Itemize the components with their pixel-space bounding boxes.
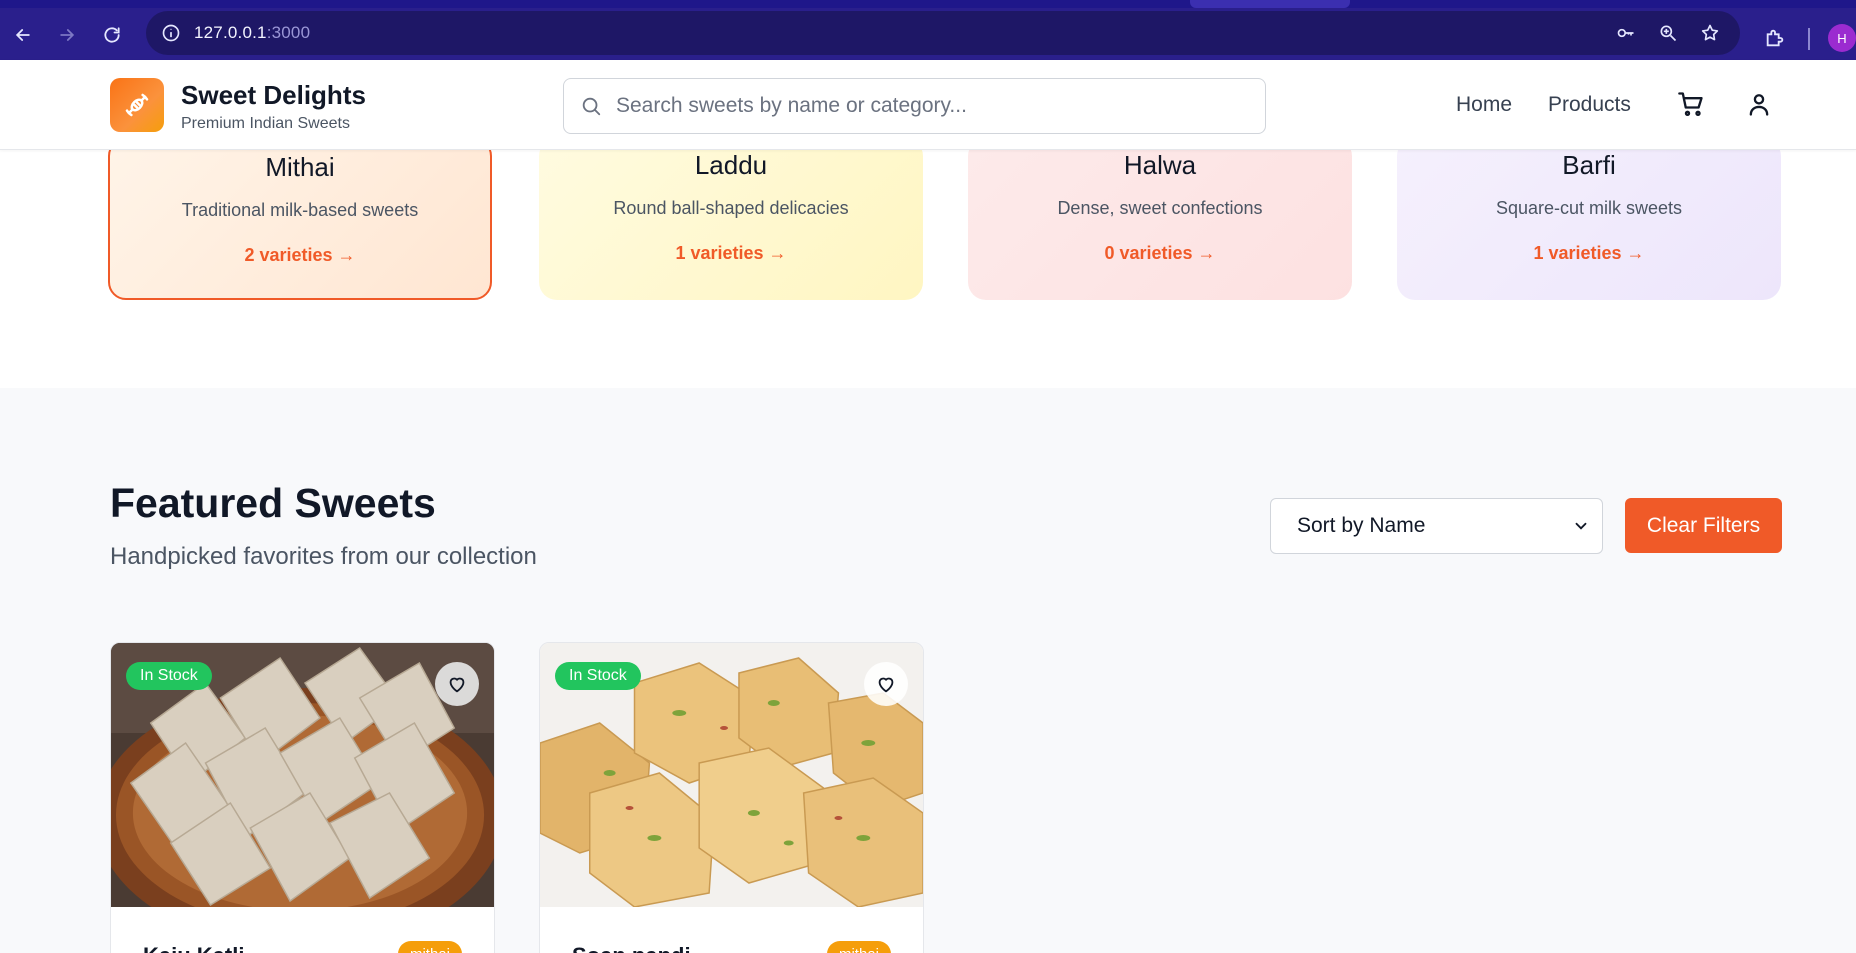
active-tab-edge[interactable] xyxy=(1190,0,1350,8)
back-icon[interactable] xyxy=(8,20,38,50)
clear-filters-button[interactable]: Clear Filters xyxy=(1625,498,1782,553)
bookmark-star-icon[interactable] xyxy=(1696,19,1724,47)
category-card-halwa[interactable]: Halwa Dense, sweet confections 0 varieti… xyxy=(968,138,1352,300)
category-section: Mithai Traditional milk-based sweets 2 v… xyxy=(0,138,1856,388)
category-name: Halwa xyxy=(1123,150,1197,180)
category-description: Traditional milk-based sweets xyxy=(181,200,419,220)
product-card-kaju-katli[interactable]: In Stock Kaju Katli mithai xyxy=(110,642,495,953)
reload-icon[interactable] xyxy=(97,20,127,50)
sort-dropdown[interactable]: Sort by Name xyxy=(1270,498,1603,554)
forward-icon[interactable] xyxy=(52,20,82,50)
sort-selected-value: Sort by Name xyxy=(1297,514,1426,537)
stock-badge: In Stock xyxy=(126,662,212,690)
product-name[interactable]: Soan papdi xyxy=(572,943,691,953)
address-bar[interactable]: 127.0.0.1:3000 xyxy=(146,11,1740,55)
featured-title: Featured Sweets xyxy=(110,480,436,526)
favorite-heart-icon[interactable] xyxy=(864,662,908,706)
brand-tagline: Premium Indian Sweets xyxy=(181,115,350,132)
cart-icon[interactable] xyxy=(1677,90,1705,118)
extensions-icon[interactable] xyxy=(1760,23,1790,53)
chevron-down-icon xyxy=(1572,517,1590,535)
category-count-link[interactable]: 1 varieties → xyxy=(1397,243,1781,264)
brand-name[interactable]: Sweet Delights xyxy=(181,80,366,111)
favorite-heart-icon[interactable] xyxy=(435,662,479,706)
zoom-icon[interactable] xyxy=(1654,19,1682,47)
stock-badge: In Stock xyxy=(555,662,641,690)
category-count-link[interactable]: 0 varieties → xyxy=(968,243,1352,264)
product-name[interactable]: Kaju Katli xyxy=(143,943,244,953)
category-description: Square-cut milk sweets xyxy=(1495,198,1683,218)
category-description: Round ball-shaped delicacies xyxy=(613,198,849,218)
user-account-icon[interactable] xyxy=(1745,90,1773,118)
category-name: Barfi xyxy=(1562,150,1616,180)
category-name: Mithai xyxy=(265,152,335,182)
category-pill: mithai xyxy=(397,941,462,953)
category-card-barfi[interactable]: Barfi Square-cut milk sweets 1 varieties… xyxy=(1397,138,1781,300)
url-text: 127.0.0.1:3000 xyxy=(194,23,311,42)
category-name: Laddu xyxy=(694,150,768,180)
category-card-laddu[interactable]: Laddu Round ball-shaped delicacies 1 var… xyxy=(539,138,923,300)
browser-toolbar: 127.0.0.1:3000 H xyxy=(0,0,1856,60)
site-header: Sweet Delights Premium Indian Sweets Hom… xyxy=(0,60,1856,150)
category-count-link[interactable]: 1 varieties → xyxy=(539,243,923,264)
search-input[interactable] xyxy=(616,94,1236,118)
category-card-mithai[interactable]: Mithai Traditional milk-based sweets 2 v… xyxy=(108,138,492,300)
category-count-link[interactable]: 2 varieties → xyxy=(110,245,490,266)
search-box[interactable] xyxy=(563,78,1266,134)
candy-logo-icon[interactable] xyxy=(110,78,164,132)
category-description: Dense, sweet confections xyxy=(1057,198,1263,218)
nav-products-link[interactable]: Products xyxy=(1548,93,1631,117)
nav-home-link[interactable]: Home xyxy=(1456,93,1512,117)
search-icon xyxy=(580,95,602,117)
toolbar-divider xyxy=(1808,28,1810,50)
featured-subtitle: Handpicked favorites from our collection xyxy=(110,543,537,570)
password-key-icon[interactable] xyxy=(1612,19,1640,47)
site-info-icon[interactable] xyxy=(158,20,184,46)
product-card-soan-papdi[interactable]: In Stock Soan papdi mithai xyxy=(539,642,924,953)
profile-avatar[interactable]: H xyxy=(1828,24,1856,52)
category-pill: mithai xyxy=(826,941,891,953)
